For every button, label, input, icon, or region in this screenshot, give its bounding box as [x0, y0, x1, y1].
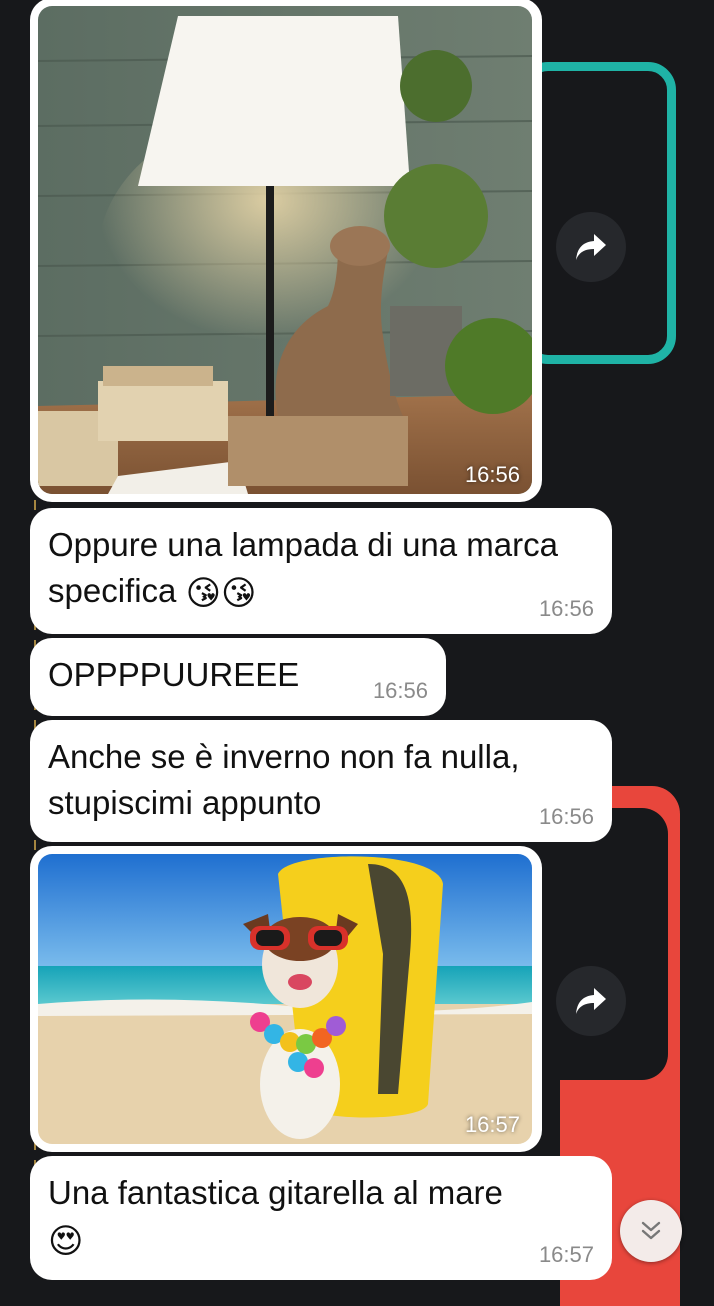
message-time: 16:56 — [538, 804, 594, 829]
text-message[interactable]: OPPPPUUREEE 16:56 — [30, 638, 446, 716]
text-message[interactable]: Anche se è inverno non fa nulla, stupisc… — [30, 720, 612, 842]
message-time: 16:56 — [538, 596, 594, 621]
message-text: Una fantastica gitarella al mare — [48, 1174, 503, 1211]
lamp-dog-image — [38, 6, 532, 494]
beach-dog-photo[interactable]: 16:57 — [38, 854, 532, 1144]
decorative-dark-panel — [520, 808, 668, 1080]
image-message[interactable]: 16:56 — [30, 0, 542, 502]
kiss-emoji: 😘😘 — [185, 574, 257, 613]
forward-icon — [576, 988, 606, 1014]
forward-icon — [576, 234, 606, 260]
beach-dog-image — [38, 854, 532, 1144]
message-time: 16:56 — [464, 462, 520, 487]
text-message[interactable]: Oppure una lampada di una marca specific… — [30, 508, 612, 634]
lamp-photo[interactable]: 16:56 — [38, 6, 532, 494]
scroll-to-bottom-button[interactable] — [620, 1200, 682, 1262]
message-text: Anche se è inverno non fa nulla, stupisc… — [48, 738, 520, 821]
forward-button[interactable] — [556, 212, 626, 282]
message-time: 16:57 — [538, 1242, 594, 1267]
message-text: OPPPPUUREEE — [48, 656, 300, 693]
image-message[interactable]: 16:57 — [30, 846, 542, 1152]
message-time: 16:57 — [464, 1112, 520, 1137]
forward-button[interactable] — [556, 966, 626, 1036]
text-message[interactable]: Una fantastica gitarella al mare 😍 16:57 — [30, 1156, 612, 1280]
chevron-double-down-icon — [641, 1221, 661, 1240]
message-time: 16:56 — [372, 678, 428, 703]
message-text: Oppure una lampada di una marca specific… — [48, 526, 558, 609]
heart-eyes-emoji: 😍 — [48, 1222, 84, 1261]
